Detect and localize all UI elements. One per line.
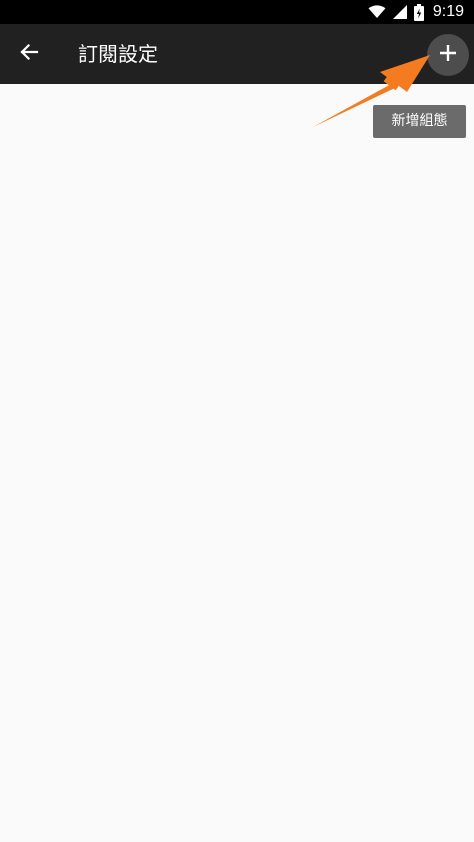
- add-configuration-button[interactable]: [427, 34, 469, 76]
- wifi-icon: [368, 5, 386, 19]
- page-title: 訂閱設定: [78, 42, 158, 66]
- cell-signal-icon: [392, 5, 407, 19]
- tooltip: 新增組態: [373, 105, 466, 138]
- back-button[interactable]: [9, 34, 49, 74]
- app-bar: 訂閱設定: [0, 24, 474, 84]
- status-bar: 9:19: [0, 0, 474, 24]
- battery-icon: [413, 3, 424, 21]
- status-icons: 9:19: [368, 0, 464, 24]
- plus-icon: [439, 44, 457, 66]
- screen: 9:19 訂閱設定 新增組態: [0, 0, 474, 842]
- content-area: [0, 84, 474, 842]
- status-time: 9:19: [432, 3, 464, 20]
- arrow-left-icon: [19, 42, 39, 66]
